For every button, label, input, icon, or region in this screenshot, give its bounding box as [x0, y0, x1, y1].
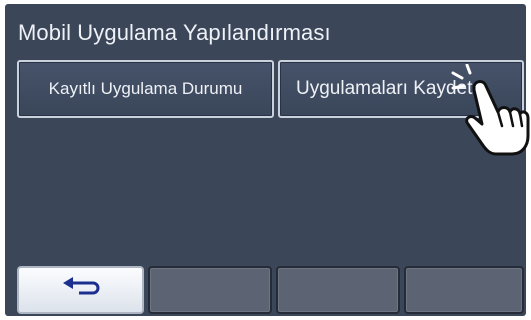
- registered-app-status-label: Kayıtlı Uygulama Durumu: [48, 79, 243, 98]
- bottom-blank-button-1[interactable]: [148, 266, 272, 314]
- back-arrow-icon: [57, 276, 105, 304]
- page-title: Mobil Uygulama Yapılandırması: [18, 20, 331, 45]
- registered-app-status-button[interactable]: Kayıtlı Uygulama Durumu: [17, 60, 274, 118]
- mobile-app-config-screen: Mobil Uygulama Yapılandırması Kayıtlı Uy…: [5, 4, 526, 316]
- bottom-blank-button-3[interactable]: [404, 266, 524, 314]
- pointing-hand-icon: [451, 64, 530, 156]
- back-button[interactable]: [17, 266, 144, 314]
- bottom-blank-button-2[interactable]: [276, 266, 400, 314]
